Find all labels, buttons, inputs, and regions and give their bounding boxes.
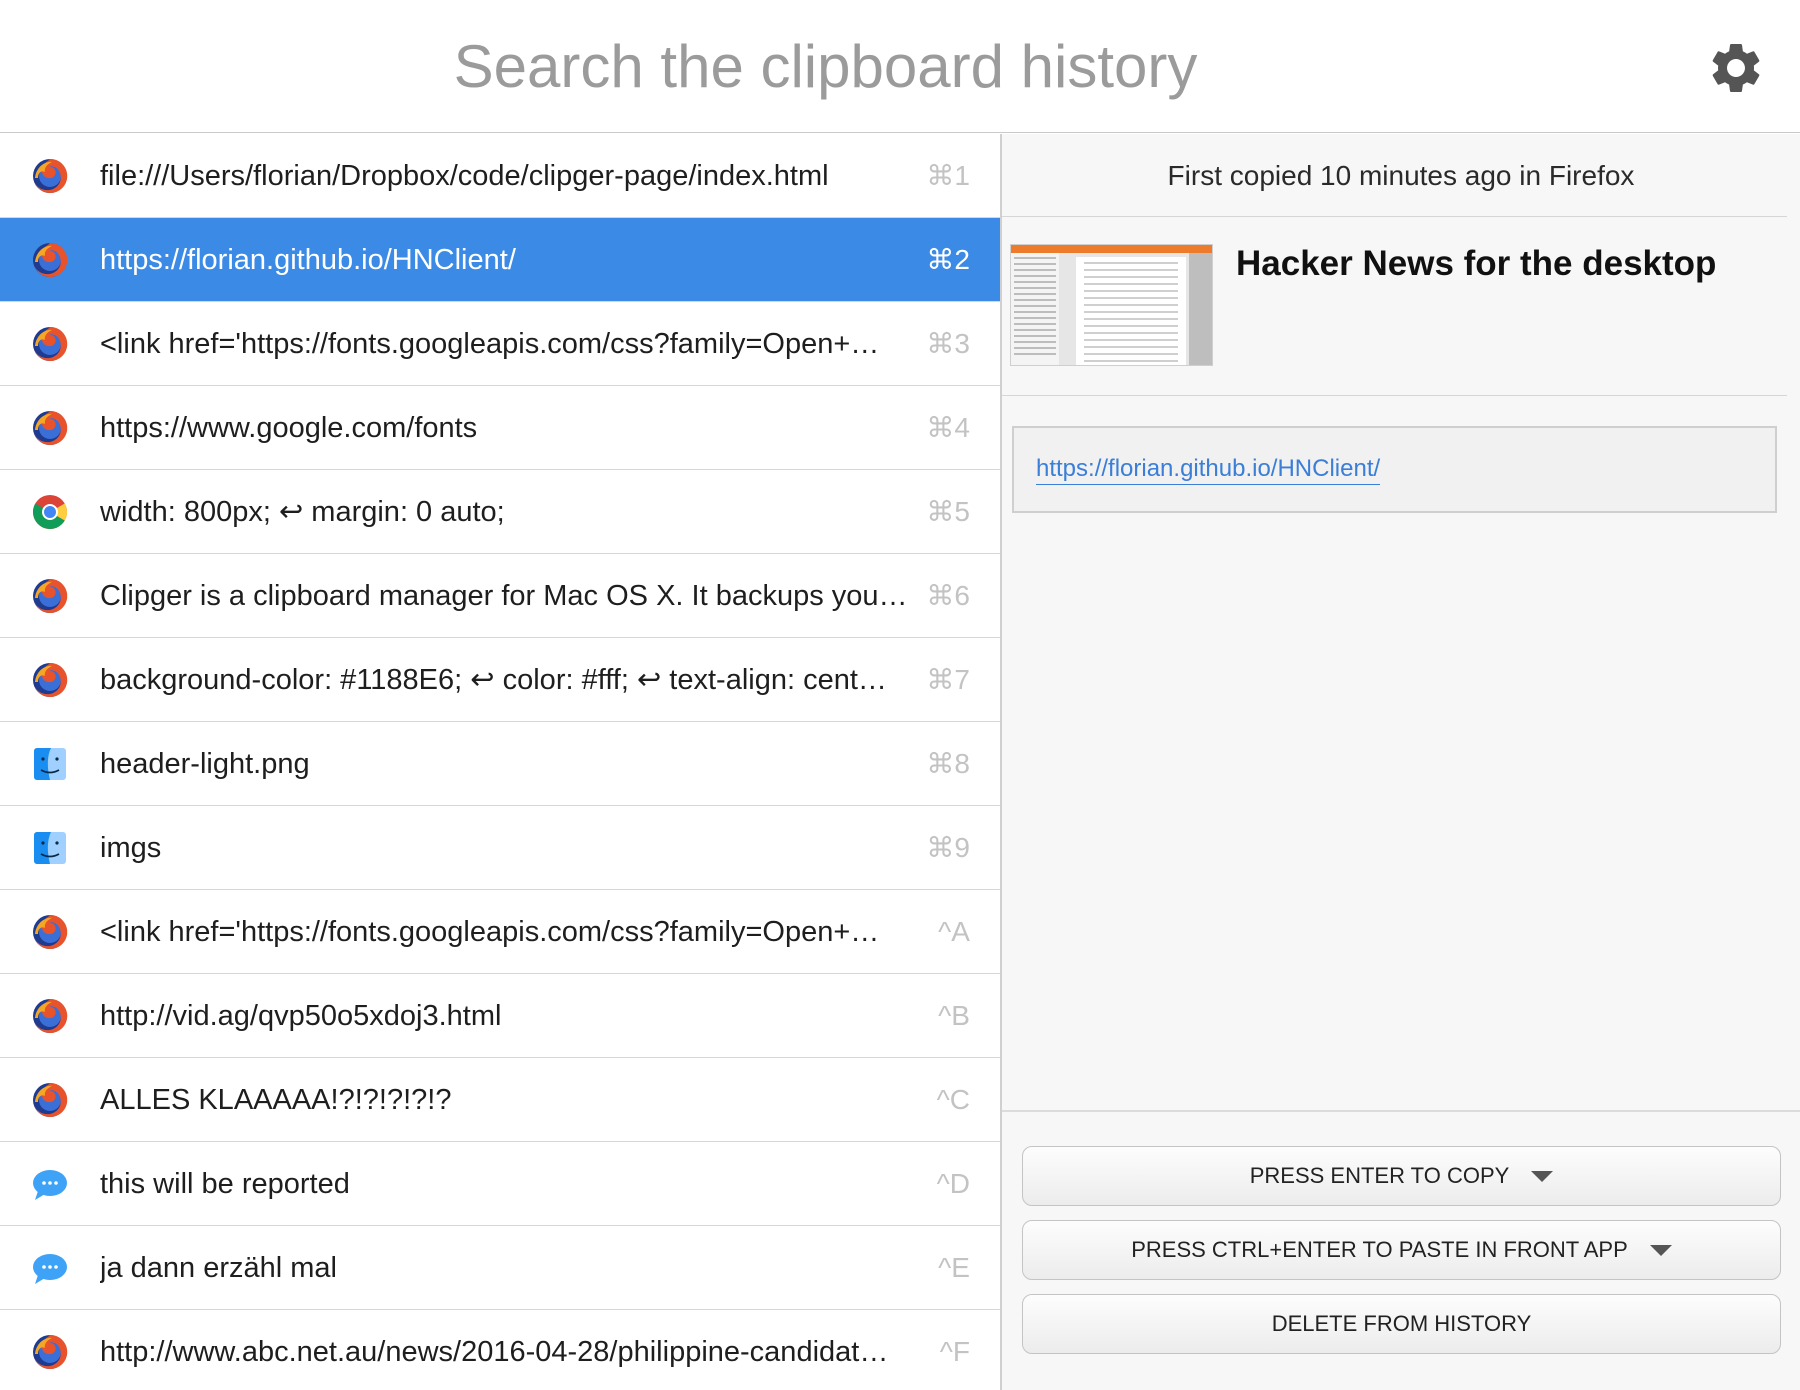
firefox-icon	[30, 996, 70, 1036]
finder-icon	[30, 744, 70, 784]
link-title: Hacker News for the desktop	[1236, 244, 1717, 283]
clipboard-item-text: https://florian.github.io/HNClient/	[100, 244, 516, 276]
divider	[1002, 216, 1787, 217]
copy-button[interactable]: PRESS ENTER TO COPY	[1022, 1146, 1781, 1206]
clipboard-item[interactable]: ja dann erzähl mal ^E	[0, 1226, 1000, 1310]
firefox-icon	[30, 324, 70, 364]
paste-button[interactable]: PRESS CTRL+ENTER TO PASTE IN FRONT APP	[1022, 1220, 1781, 1280]
gear-icon[interactable]	[1706, 38, 1766, 98]
page-thumbnail	[1010, 244, 1213, 366]
copy-button-label: PRESS ENTER TO COPY	[1249, 1163, 1510, 1188]
clipboard-item-text: file:///Users/florian/Dropbox/code/clipg…	[100, 160, 829, 192]
messages-icon	[30, 1248, 70, 1288]
clipboard-item-text: this will be reported	[100, 1168, 350, 1200]
clipboard-item-text: http://www.abc.net.au/news/2016-04-28/ph…	[100, 1336, 889, 1368]
clipboard-item[interactable]: file:///Users/florian/Dropbox/code/clipg…	[0, 134, 1000, 218]
firefox-icon	[30, 576, 70, 616]
clipboard-item[interactable]: <link href='https://fonts.googleapis.com…	[0, 890, 1000, 974]
shortcut-label: ⌘5	[926, 496, 970, 527]
delete-button[interactable]: DELETE FROM HISTORY	[1022, 1294, 1781, 1354]
clipboard-item[interactable]: width: 800px; ↩ margin: 0 auto; ⌘5	[0, 470, 1000, 554]
chevron-down-icon[interactable]	[1531, 1170, 1554, 1182]
clipboard-item-text: <link href='https://fonts.googleapis.com…	[100, 916, 880, 948]
firefox-icon	[30, 912, 70, 952]
clipboard-item-text: width: 800px; ↩ margin: 0 auto;	[100, 496, 505, 528]
clipboard-item[interactable]: background-color: #1188E6; ↩ color: #fff…	[0, 638, 1000, 722]
messages-icon	[30, 1164, 70, 1204]
shortcut-label: ⌘8	[926, 748, 970, 779]
clipboard-item-text: header-light.png	[100, 748, 310, 780]
clipboard-item-text: imgs	[100, 832, 162, 864]
shortcut-label: ⌘4	[926, 412, 970, 443]
firefox-icon	[30, 408, 70, 448]
shortcut-label: ⌘7	[926, 664, 970, 695]
divider	[1002, 395, 1787, 396]
clipboard-item[interactable]: http://www.abc.net.au/news/2016-04-28/ph…	[0, 1310, 1000, 1390]
clipboard-item-text: ja dann erzähl mal	[100, 1252, 337, 1284]
shortcut-label: ⌘1	[926, 160, 970, 191]
clipboard-item[interactable]: Clipger is a clipboard manager for Mac O…	[0, 554, 1000, 638]
shortcut-label: ^C	[936, 1084, 970, 1115]
chevron-down-icon[interactable]	[1649, 1244, 1672, 1256]
firefox-icon	[30, 156, 70, 196]
shortcut-label: ^D	[936, 1168, 970, 1199]
clipboard-item-text: Clipger is a clipboard manager for Mac O…	[100, 580, 910, 612]
search-input[interactable]	[20, 18, 1631, 114]
divider	[1002, 1110, 1800, 1112]
search-header	[0, 0, 1800, 133]
clipboard-item-text: http://vid.ag/qvp50o5xdoj3.html	[100, 1000, 502, 1032]
delete-button-label: DELETE FROM HISTORY	[1271, 1311, 1532, 1336]
shortcut-label: ⌘2	[926, 244, 970, 275]
clipboard-item[interactable]: <link href='https://fonts.googleapis.com…	[0, 302, 1000, 386]
clipboard-item[interactable]: https://florian.github.io/HNClient/ ⌘2	[0, 218, 1000, 302]
detail-panel: First copied 10 minutes ago in Firefox H…	[1002, 134, 1800, 1390]
shortcut-label: ⌘9	[926, 832, 970, 863]
clipboard-item[interactable]: https://www.google.com/fonts ⌘4	[0, 386, 1000, 470]
firefox-icon	[30, 240, 70, 280]
firefox-icon	[30, 1332, 70, 1372]
firefox-icon	[30, 660, 70, 700]
shortcut-label: ^A	[938, 916, 970, 947]
shortcut-label: ^F	[939, 1336, 970, 1367]
paste-button-label: PRESS CTRL+ENTER TO PASTE IN FRONT APP	[1131, 1237, 1628, 1262]
finder-icon	[30, 828, 70, 868]
firefox-icon	[30, 1080, 70, 1120]
chrome-icon	[30, 492, 70, 532]
clipboard-item-text: ALLES KLAAAAA!?!?!?!?!?	[100, 1084, 452, 1116]
content-preview: https://florian.github.io/HNClient/	[1012, 426, 1777, 513]
copied-info: First copied 10 minutes ago in Firefox	[1167, 160, 1635, 191]
shortcut-label: ^E	[938, 1252, 970, 1283]
clipboard-item-text: https://www.google.com/fonts	[100, 412, 478, 444]
clipboard-item[interactable]: http://vid.ag/qvp50o5xdoj3.html ^B	[0, 974, 1000, 1058]
clipboard-item-text: <link href='https://fonts.googleapis.com…	[100, 328, 880, 360]
shortcut-label: ^B	[938, 1000, 970, 1031]
clipboard-item-text: background-color: #1188E6; ↩ color: #fff…	[100, 664, 887, 696]
shortcut-label: ⌘6	[926, 580, 970, 611]
clipboard-item[interactable]: header-light.png ⌘8	[0, 722, 1000, 806]
clipboard-item[interactable]: this will be reported ^D	[0, 1142, 1000, 1226]
clipboard-history-list: file:///Users/florian/Dropbox/code/clipg…	[0, 134, 1000, 1390]
clipboard-item[interactable]: ALLES KLAAAAA!?!?!?!?!? ^C	[0, 1058, 1000, 1142]
shortcut-label: ⌘3	[926, 328, 970, 359]
clipboard-item[interactable]: imgs ⌘9	[0, 806, 1000, 890]
preview-link[interactable]: https://florian.github.io/HNClient/	[1036, 454, 1381, 485]
